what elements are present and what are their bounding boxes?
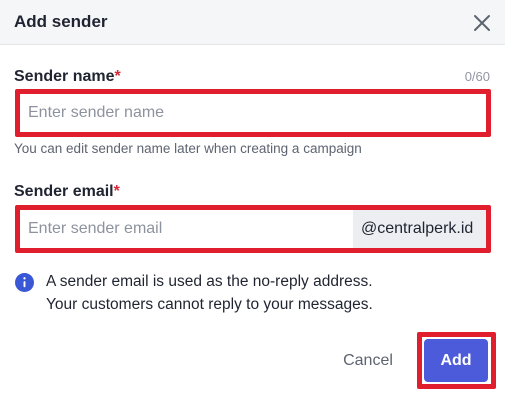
close-button[interactable]	[470, 11, 494, 35]
info-text-line-1: A sender email is used as the no-reply a…	[46, 273, 373, 290]
close-icon	[474, 15, 490, 31]
required-mark: *	[114, 68, 121, 85]
add-button[interactable]: Add	[424, 339, 488, 382]
info-text-line-2: Your customers cannot reply to your mess…	[46, 296, 373, 313]
sender-email-label-text: Sender email	[14, 183, 114, 200]
sender-name-label: Sender name*	[14, 68, 121, 86]
character-counter: 0/60	[464, 69, 490, 84]
dialog-title: Add sender	[14, 12, 108, 31]
sender-name-input[interactable]	[20, 94, 486, 132]
email-domain-addon: @centralperk.id	[353, 210, 486, 248]
sender-email-label: Sender email*	[14, 183, 120, 201]
sender-name-label-text: Sender name	[14, 68, 115, 85]
info-icon	[15, 273, 34, 292]
sender-name-helper: You can edit sender name later when crea…	[14, 141, 362, 156]
required-mark: *	[113, 183, 120, 200]
dialog-header: Add sender	[0, 0, 505, 45]
sender-email-input[interactable]	[20, 210, 352, 248]
cancel-button[interactable]: Cancel	[328, 346, 408, 376]
